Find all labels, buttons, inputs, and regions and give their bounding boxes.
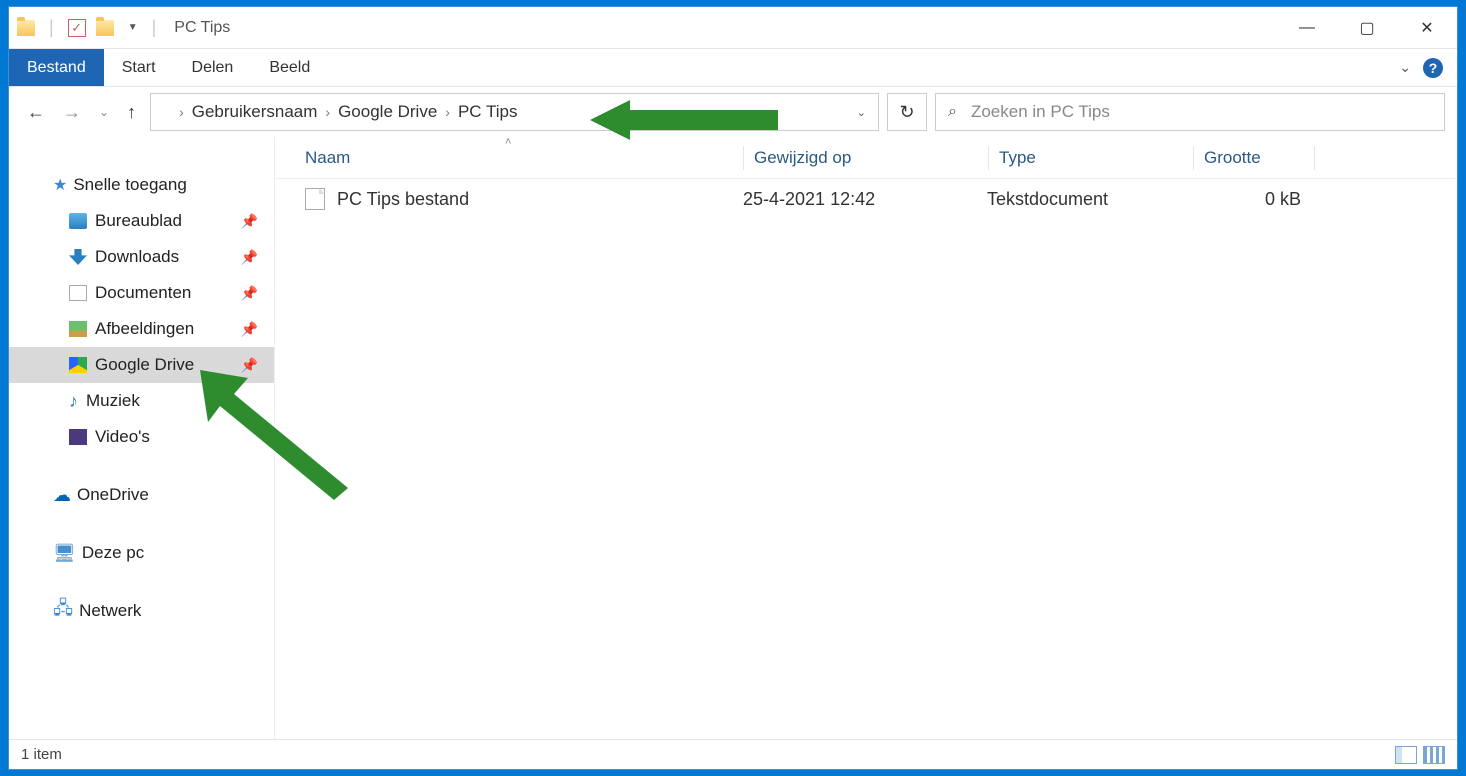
help-icon[interactable]: ? <box>1423 58 1443 78</box>
breadcrumb-segment[interactable]: PC Tips <box>452 102 524 122</box>
file-name: PC Tips bestand <box>337 189 469 210</box>
up-button[interactable]: ↑ <box>127 102 136 123</box>
address-dropdown-icon[interactable]: ⌄ <box>857 106 870 119</box>
window-title: PC Tips <box>160 19 230 37</box>
tab-start[interactable]: Start <box>104 49 174 86</box>
chevron-right-icon[interactable]: › <box>443 104 452 120</box>
sidebar-item-bureaublad[interactable]: Bureaublad 📌 <box>9 203 274 239</box>
sidebar-item-afbeeldingen[interactable]: Afbeeldingen 📌 <box>9 311 274 347</box>
navigation-row: ← → ⌄ ↑ › Gebruikersnaam › Google Drive … <box>9 87 1457 137</box>
status-bar: 1 item <box>9 739 1457 769</box>
pictures-icon <box>69 321 87 337</box>
status-item-count: 1 item <box>21 746 62 763</box>
content-pane: Naam ˄ Gewijzigd op Type Grootte PC Tips… <box>275 137 1457 739</box>
details-view-button[interactable] <box>1395 746 1417 764</box>
folder-icon <box>159 105 177 120</box>
pin-icon: 📌 <box>241 285 258 302</box>
sidebar-item-documenten[interactable]: Documenten 📌 <box>9 275 274 311</box>
history-dropdown-icon[interactable]: ⌄ <box>99 105 109 119</box>
star-icon: ★ <box>53 175 67 195</box>
search-box[interactable]: ⌕ Zoeken in PC Tips <box>935 93 1445 131</box>
qat-dropdown-icon[interactable]: ▼ <box>124 22 138 33</box>
music-icon: ♪ <box>69 391 78 412</box>
network-icon: 🖧 <box>53 596 73 626</box>
breadcrumb-segment[interactable]: Google Drive <box>332 102 443 122</box>
navigation-pane: ★ Snelle toegang Bureaublad 📌 Downloads … <box>9 137 275 739</box>
file-row[interactable]: PC Tips bestand 25-4-2021 12:42 Tekstdoc… <box>275 179 1457 219</box>
refresh-button[interactable]: ↻ <box>887 93 927 131</box>
tab-beeld[interactable]: Beeld <box>251 49 328 86</box>
maximize-button[interactable]: ▢ <box>1337 7 1397 48</box>
sidebar-item-videos[interactable]: Video's <box>9 419 274 455</box>
file-type: Tekstdocument <box>987 189 1191 210</box>
column-header-modified[interactable]: Gewijzigd op <box>744 148 988 168</box>
breadcrumb-segment[interactable]: Gebruikersnaam <box>186 102 324 122</box>
minimize-button[interactable]: — <box>1277 7 1337 48</box>
pin-icon: 📌 <box>241 213 258 230</box>
pin-icon: 📌 <box>241 321 258 338</box>
sidebar-item-downloads[interactable]: Downloads 📌 <box>9 239 274 275</box>
column-header-type[interactable]: Type <box>989 148 1193 168</box>
column-header-name[interactable]: Naam ˄ <box>305 148 743 168</box>
sidebar-item-muziek[interactable]: ♪ Muziek <box>9 383 274 419</box>
column-headers: Naam ˄ Gewijzigd op Type Grootte <box>275 137 1457 179</box>
sidebar-item-google-drive[interactable]: Google Drive 📌 <box>9 347 274 383</box>
download-icon <box>69 249 87 265</box>
ribbon-collapse-icon[interactable]: ⌄ <box>1399 59 1411 76</box>
file-explorer-window: | ✓ ▼ | PC Tips — ▢ ✕ Bestand Start Dele… <box>8 6 1458 770</box>
file-size: 0 kB <box>1191 189 1311 210</box>
pin-icon: 📌 <box>241 357 258 374</box>
column-header-size[interactable]: Grootte <box>1194 148 1314 168</box>
folder-icon[interactable] <box>96 20 114 36</box>
sort-ascending-icon: ˄ <box>505 137 511 148</box>
search-icon: ⌕ <box>948 103 957 121</box>
ribbon-tabs: Bestand Start Delen Beeld ⌄ ? <box>9 49 1457 87</box>
tab-delen[interactable]: Delen <box>174 49 252 86</box>
sidebar-quick-access[interactable]: ★ Snelle toegang <box>9 167 274 203</box>
desktop-icon <box>69 213 87 229</box>
sidebar-onedrive[interactable]: ☁ OneDrive <box>9 477 274 513</box>
chevron-right-icon[interactable]: › <box>323 104 332 120</box>
video-icon <box>69 429 87 445</box>
forward-button[interactable]: → <box>63 102 81 123</box>
sidebar-network[interactable]: 🖧 Netwerk <box>9 593 274 629</box>
tab-bestand[interactable]: Bestand <box>9 49 104 86</box>
close-button[interactable]: ✕ <box>1397 7 1457 48</box>
pc-icon: 🖥 <box>53 543 76 564</box>
text-file-icon <box>305 188 325 210</box>
icons-view-button[interactable] <box>1423 746 1445 764</box>
back-button[interactable]: ← <box>27 102 45 123</box>
file-modified: 25-4-2021 12:42 <box>743 189 987 210</box>
sidebar-this-pc[interactable]: 🖥 Deze pc <box>9 535 274 571</box>
pin-icon: 📌 <box>241 249 258 266</box>
title-bar: | ✓ ▼ | PC Tips — ▢ ✕ <box>9 7 1457 49</box>
address-bar[interactable]: › Gebruikersnaam › Google Drive › PC Tip… <box>150 93 879 131</box>
chevron-right-icon[interactable]: › <box>177 104 186 120</box>
properties-icon[interactable]: ✓ <box>68 19 86 37</box>
search-placeholder: Zoeken in PC Tips <box>971 102 1110 122</box>
google-drive-icon <box>69 357 87 373</box>
folder-icon <box>17 20 35 36</box>
document-icon <box>69 285 87 301</box>
onedrive-icon: ☁ <box>53 485 71 506</box>
